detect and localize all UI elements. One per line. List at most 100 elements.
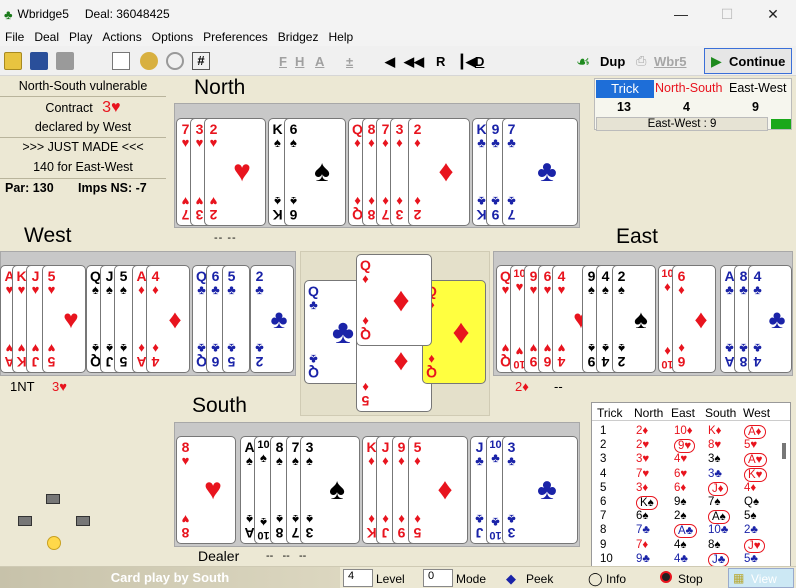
computer-icon (18, 516, 32, 526)
card-index: K ♠ (272, 121, 283, 150)
card-pip: ♥ (204, 473, 222, 506)
trick-row[interactable]: 2 2♥ 9♥ 8♥ 5♥ (592, 439, 784, 454)
north-card[interactable]: 2 ♥ 2 ♥ ♥ (204, 118, 266, 226)
card-index: J ♦ (381, 512, 390, 541)
status-bar: Card play by South 4 Level 0 Mode ◆ Peek… (0, 566, 796, 588)
trick-card: 4♥ (674, 453, 688, 466)
trick-card: A♠ (708, 510, 730, 525)
view-button[interactable]: ▦ View (728, 568, 794, 588)
west-card[interactable]: 2 ♣ 2 ♣ ♣ (250, 265, 294, 373)
card-index: 4 ♣ (753, 341, 762, 370)
trick-row[interactable]: 1 2♦ 10♦ K♦ A♦ (592, 425, 784, 439)
menu-play[interactable]: Play (69, 30, 92, 44)
score-ew-value: 9 (752, 100, 759, 114)
close-button[interactable]: ✕ (750, 0, 796, 28)
menu-file[interactable]: File (5, 30, 24, 44)
nav-hint[interactable]: H (295, 54, 304, 69)
peek-button[interactable]: ◆ Peek (500, 568, 574, 588)
maximize-button[interactable]: ☐ (704, 0, 750, 28)
north-card[interactable]: 2 ♦ 2 ♦ ♦ (408, 118, 470, 226)
previous-card-icon[interactable]: ◀ (385, 54, 395, 70)
refresh-icon[interactable] (166, 52, 184, 70)
west-card[interactable]: 5 ♣ 5 ♣ (222, 265, 250, 373)
bulb-icon: ◯ (588, 571, 603, 586)
new-document-icon[interactable] (112, 52, 130, 70)
west-card[interactable]: 4 ♦ 4 ♦ ♦ (146, 265, 190, 373)
trick-row[interactable]: 5 3♦ 6♦ J♦ 4♦ (592, 481, 784, 496)
contract-label: Contract (45, 101, 93, 115)
nav-auto[interactable]: A (315, 54, 324, 69)
hand-icon[interactable] (140, 52, 158, 70)
menu-preferences[interactable]: Preferences (203, 30, 268, 44)
south-card[interactable]: 5 ♦ 5 ♦ ♦ (408, 436, 468, 544)
save-icon[interactable] (30, 52, 48, 70)
north-bid-marks: -- -- (214, 232, 237, 244)
north-card[interactable]: 7 ♣ 7 ♣ ♣ (502, 118, 578, 226)
declarer-text: declared by West (34, 120, 132, 134)
card-index: 5 ♥ (47, 268, 56, 297)
card-index: 4 ♣ (753, 268, 762, 297)
south-card[interactable]: 3 ♣ 3 ♣ ♣ (502, 436, 578, 544)
score-summary: East-West : 9 (596, 117, 768, 131)
trick-row[interactable]: 8 7♣ A♣ 10♣ 2♣ (592, 524, 784, 539)
west-card[interactable]: 5 ♥ 5 ♥ ♥ (42, 265, 86, 373)
hash-icon[interactable]: # (192, 52, 210, 70)
card-index: 3 ♦ (395, 194, 404, 223)
trick-number: 6 (600, 496, 607, 508)
mode-spinner[interactable]: 0 (423, 569, 453, 587)
south-card[interactable]: 8 ♥ 8 ♥ ♥ (176, 436, 236, 544)
trick-row[interactable]: 10 9♣ 4♣ J♣ 5♣ (592, 552, 784, 567)
wbr5-button[interactable]: Wbr5 (654, 54, 687, 69)
card-index: 5♦ (413, 512, 422, 541)
trick-history-table[interactable]: Trick North East South West 1 2♦ 10♦ K♦ A♦ 2 2… (591, 402, 791, 568)
north-card[interactable]: 6 ♠ 6 ♠ ♠ (284, 118, 346, 226)
dup-button[interactable]: Dup (600, 54, 625, 69)
trick-row[interactable]: 7 6♠ 2♠ A♠ 5♠ (592, 510, 784, 525)
nav-plusminus[interactable]: ± (346, 54, 353, 69)
continue-label: Continue (729, 54, 786, 69)
card-index: 6 ♦ (677, 268, 686, 297)
trick-row[interactable]: 9 7♦ 4♠ 8♠ J♥ (592, 538, 784, 553)
info-button[interactable]: ◯ Info (582, 568, 652, 588)
score-ns-header: North-South (655, 81, 723, 95)
menu-help[interactable]: Help (328, 30, 353, 44)
computer-icon (76, 516, 90, 526)
east-card[interactable]: 2 ♠ 2 ♠ ♠ (612, 265, 656, 373)
score-ew-header: East-West (729, 81, 787, 95)
card-index: 5 ♠ (119, 268, 128, 297)
app-icon: ♣ (4, 6, 13, 22)
trick-card: J♥ (744, 538, 765, 553)
east-card[interactable]: 6 ♦ 6 ♦ ♦ (672, 265, 716, 373)
trick-row[interactable]: 3 3♥ 4♥ 3♠ A♥ (592, 453, 784, 468)
card-index: Q♦ (426, 352, 437, 381)
card-pip: ♣ (537, 473, 557, 506)
level-spinner[interactable]: 4 (343, 569, 373, 587)
stop-button[interactable]: Stop (656, 568, 722, 588)
scrollbar-thumb[interactable] (782, 443, 786, 459)
smiley-icon (47, 536, 61, 550)
start-icon[interactable]: ┃◀ (458, 54, 476, 70)
score-trick-value: 13 (617, 100, 631, 114)
menu-bridgez[interactable]: Bridgez (278, 30, 319, 44)
previous-trick-icon[interactable]: ◀◀ (404, 54, 424, 70)
trick-number: 3 (600, 453, 607, 466)
info-label: Info (606, 572, 627, 586)
print-icon[interactable] (56, 52, 74, 70)
menu-options[interactable]: Options (152, 30, 193, 44)
nav-first[interactable]: F (279, 54, 287, 69)
continue-button[interactable]: ▶ Continue (704, 48, 792, 74)
trick-card: 2♥ (636, 439, 650, 452)
card-index: 7 ♣ (507, 194, 516, 223)
trick-row[interactable]: 6 K♠ 9♠ 7♠ Q♠ (592, 496, 784, 510)
nav-replay[interactable]: R (436, 54, 445, 69)
east-card[interactable]: 4 ♣ 4 ♣ ♣ (748, 265, 792, 373)
minimize-button[interactable]: — (658, 0, 704, 28)
trick-row[interactable]: 4 7♥ 6♥ 3♣ K♥ (592, 467, 784, 482)
menu-bar: File Deal Play Actions Options Preferenc… (0, 28, 796, 46)
computer-icon (46, 494, 60, 504)
menu-actions[interactable]: Actions (102, 30, 141, 44)
nav-deal[interactable]: D (475, 54, 484, 69)
south-card[interactable]: 3 ♠ 3 ♠ ♠ (300, 436, 360, 544)
menu-deal[interactable]: Deal (34, 30, 59, 44)
open-folder-icon[interactable] (4, 52, 22, 70)
